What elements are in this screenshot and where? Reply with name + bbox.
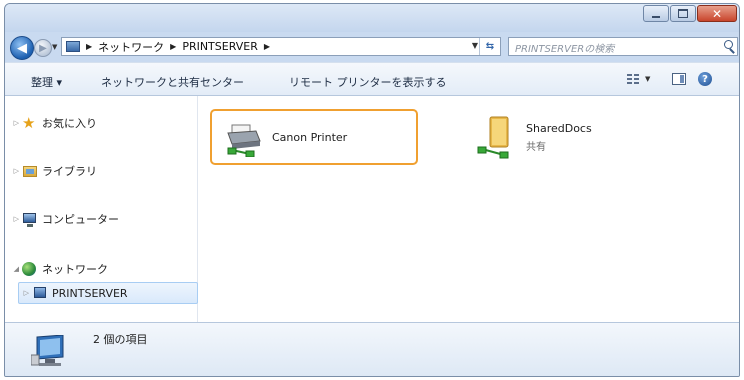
search-input[interactable]: PRINTSERVERの検索 [508, 37, 738, 56]
breadcrumb-separator-icon[interactable]: ▶ [264, 42, 270, 51]
star-icon: ★ [22, 114, 36, 132]
change-view-icon[interactable] [627, 73, 639, 85]
navigation-pane: ▷ ★ お気に入り ▷ ライブラリ ▷ コンピューター ◢ ネットワーク ▷ P… [5, 96, 198, 322]
preview-pane-icon[interactable] [672, 73, 686, 85]
expand-arrow-icon[interactable]: ▷ [5, 215, 19, 223]
maximize-icon [678, 9, 688, 18]
sidebar-item-label: PRINTSERVER [52, 286, 128, 300]
explorer-window: ✕ ◀ ▶ ▼ ▶ ネットワーク ▶ PRINTSERVER ▶ ▼ ⇆ PRI… [4, 3, 740, 377]
item-name: Canon Printer [272, 130, 348, 144]
minimize-icon [652, 15, 660, 18]
expand-arrow-icon[interactable]: ▷ [5, 167, 19, 175]
sidebar-item-label: コンピューター [42, 213, 119, 226]
address-bar[interactable]: ▶ ネットワーク ▶ PRINTSERVER ▶ ▼ ⇆ [61, 37, 501, 56]
expand-arrow-icon[interactable]: ▷ [19, 289, 29, 297]
search-placeholder: PRINTSERVERの検索 [515, 44, 615, 55]
sidebar-item-network[interactable]: ◢ ネットワーク [5, 258, 195, 280]
network-icon [22, 262, 38, 276]
help-icon[interactable]: ? [698, 72, 712, 86]
refresh-icon: ⇆ [485, 41, 495, 52]
organize-button[interactable]: 整理 ▾ [31, 74, 62, 90]
breadcrumb-separator-icon[interactable]: ▶ [86, 42, 92, 51]
maximize-button[interactable] [670, 5, 696, 22]
forward-arrow-icon: ▶ [39, 42, 47, 54]
title-bar[interactable]: ✕ [5, 4, 739, 32]
file-list: Canon Printer SharedDocs 共有 [198, 96, 739, 322]
search-icon[interactable] [724, 40, 733, 49]
shared-folder-icon [477, 116, 509, 159]
breadcrumb-separator-icon[interactable]: ▶ [170, 42, 176, 51]
command-bar: 整理 ▾ ネットワークと共有センター リモート プリンターを表示する ▼ ? [5, 62, 739, 96]
computer-icon [22, 212, 38, 227]
network-printer-icon [227, 124, 261, 157]
item-name: SharedDocs [526, 121, 592, 135]
refresh-button[interactable]: ⇆ [479, 38, 500, 55]
recent-pages-dropdown[interactable]: ▼ [52, 43, 57, 51]
list-item-shareddocs[interactable]: SharedDocs 共有 [466, 109, 626, 165]
navigation-bar: ◀ ▶ ▼ ▶ ネットワーク ▶ PRINTSERVER ▶ ▼ ⇆ PRINT… [5, 34, 739, 60]
item-count: 2 個の項目 [93, 333, 148, 346]
network-sharing-center-button[interactable]: ネットワークと共有センター [101, 74, 244, 90]
sidebar-item-label: ネットワーク [42, 263, 108, 276]
address-history-dropdown[interactable]: ▼ [472, 41, 478, 50]
sidebar-item-favorites[interactable]: ▷ ★ お気に入り [5, 112, 195, 134]
server-icon [32, 286, 48, 300]
breadcrumb-printserver[interactable]: PRINTSERVER [182, 40, 258, 53]
forward-button[interactable]: ▶ [34, 39, 52, 57]
sidebar-item-printserver[interactable]: ▷ PRINTSERVER [18, 282, 198, 304]
minimize-button[interactable] [643, 5, 669, 22]
expand-arrow-icon[interactable]: ▷ [5, 119, 19, 127]
back-button[interactable]: ◀ [10, 36, 34, 60]
view-options-dropdown[interactable]: ▼ [645, 75, 650, 83]
caption-buttons: ✕ [642, 5, 737, 22]
close-button[interactable]: ✕ [697, 5, 737, 22]
details-pane: 2 個の項目 [5, 322, 739, 376]
back-arrow-icon: ◀ [17, 40, 27, 56]
view-remote-printers-button[interactable]: リモート プリンターを表示する [289, 74, 447, 90]
item-text: SharedDocs 共有 [526, 122, 592, 153]
close-icon: ✕ [711, 6, 723, 21]
collapse-arrow-icon[interactable]: ◢ [5, 265, 19, 273]
sidebar-item-label: お気に入り [42, 117, 97, 130]
content-area: ▷ ★ お気に入り ▷ ライブラリ ▷ コンピューター ◢ ネットワーク ▷ P… [5, 96, 739, 322]
item-share-status: 共有 [526, 141, 546, 153]
network-computer-icon [31, 335, 64, 366]
network-location-icon [66, 41, 80, 52]
breadcrumb-network[interactable]: ネットワーク [98, 39, 164, 55]
sidebar-item-label: ライブラリ [42, 165, 97, 178]
sidebar-item-libraries[interactable]: ▷ ライブラリ [5, 160, 195, 182]
sidebar-item-computer[interactable]: ▷ コンピューター [5, 208, 195, 230]
library-icon [22, 164, 38, 178]
list-item-canon-printer[interactable]: Canon Printer [210, 109, 418, 165]
